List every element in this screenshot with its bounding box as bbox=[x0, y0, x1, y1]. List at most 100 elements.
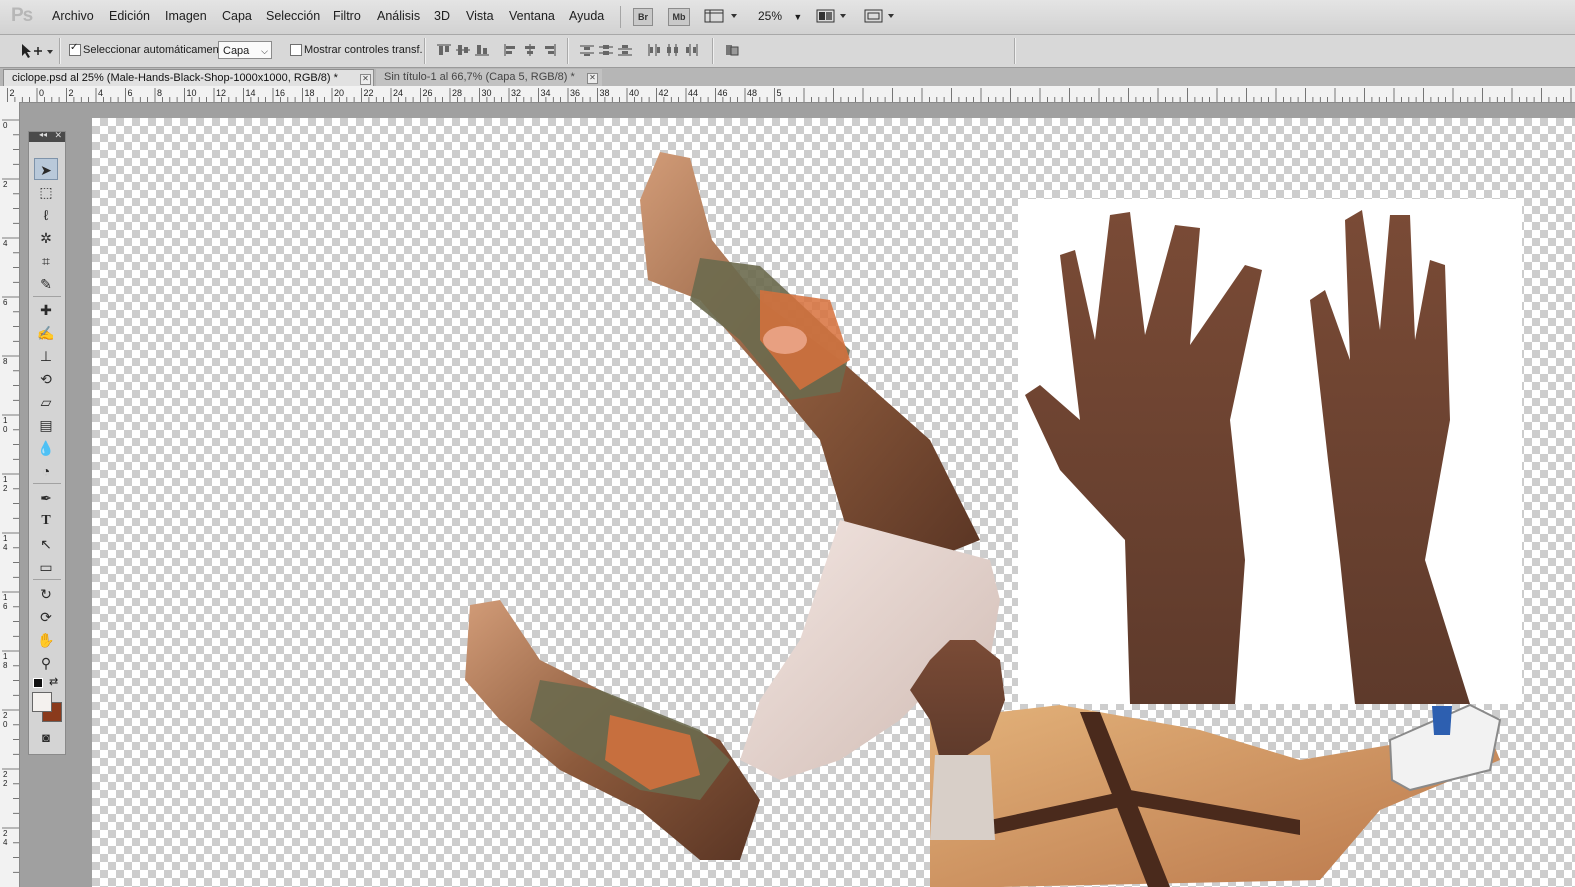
view-extras-button[interactable] bbox=[704, 9, 742, 26]
ruler-label: 48 bbox=[747, 88, 757, 98]
tools-panel-header[interactable]: ◂◂ ✕ bbox=[29, 130, 65, 142]
eyedropper-tool-icon[interactable]: ✎ bbox=[34, 273, 58, 295]
auto-select-checkbox[interactable] bbox=[69, 42, 81, 56]
menu-imagen[interactable]: Imagen bbox=[165, 9, 207, 23]
history-brush-tool-icon[interactable]: ⟲ bbox=[34, 368, 58, 390]
menu-edicion[interactable]: Edición bbox=[109, 9, 150, 23]
ruler-label: 8 bbox=[157, 88, 162, 98]
gradient-tool-icon[interactable]: ▤ bbox=[34, 414, 58, 436]
marquee-tool-icon[interactable]: ⬚ bbox=[34, 181, 58, 203]
ruler-label: 22 bbox=[364, 88, 374, 98]
path-selection-tool-icon[interactable]: ↖ bbox=[34, 533, 58, 555]
rectangle-tool-icon[interactable]: ▭ bbox=[34, 556, 58, 578]
menu-capa[interactable]: Capa bbox=[222, 9, 252, 23]
pen-tool-icon[interactable]: ✒ bbox=[34, 487, 58, 509]
align-vertical-center-icon[interactable] bbox=[455, 43, 471, 57]
ruler-label: 42 bbox=[659, 88, 669, 98]
ruler-label: 16 bbox=[275, 88, 285, 98]
quick-selection-tool-icon[interactable]: ✲ bbox=[34, 227, 58, 249]
horizontal-ruler[interactable]: 2 0 2 4 6 8 10 12 14 16 18 20 22 24 26 28 30 32 34 36 38 40 42… bbox=[0, 86, 1575, 103]
document-tab-sin-titulo[interactable]: Sin título-1 al 66,7% (Capa 5, RGB/8) * … bbox=[376, 69, 602, 86]
crop-tool-icon[interactable]: ⌗ bbox=[34, 250, 58, 272]
close-icon[interactable]: ✕ bbox=[54, 130, 62, 141]
tool-preset-picker[interactable] bbox=[20, 42, 56, 63]
ruler-label: 46 bbox=[718, 88, 728, 98]
hand-tool-icon[interactable]: ✋ bbox=[34, 629, 58, 651]
ruler-label: 10 bbox=[3, 416, 8, 434]
auto-select-target-dropdown[interactable]: Capa ⌵ bbox=[218, 41, 272, 59]
bridge-button[interactable]: Br bbox=[633, 8, 653, 26]
ruler-label: 14 bbox=[246, 88, 256, 98]
blur-tool-icon[interactable]: 💧 bbox=[34, 437, 58, 459]
menu-archivo[interactable]: Archivo bbox=[52, 9, 94, 23]
align-left-icon[interactable] bbox=[503, 43, 519, 57]
menu-vista[interactable]: Vista bbox=[466, 9, 494, 23]
show-transform-checkbox[interactable] bbox=[290, 44, 302, 56]
ruler-label: 26 bbox=[423, 88, 433, 98]
default-colors-icon[interactable] bbox=[33, 678, 43, 688]
ruler-label: 6 bbox=[3, 298, 8, 307]
menu-seleccion[interactable]: Selección bbox=[266, 9, 320, 23]
document-tab-label: Sin título-1 al 66,7% (Capa 5, RGB/8) * bbox=[384, 71, 575, 83]
ruler-label: 4 bbox=[3, 239, 8, 248]
ruler-label: 10 bbox=[187, 88, 197, 98]
3d-rotate-tool-icon[interactable]: ↻ bbox=[34, 583, 58, 605]
healing-brush-tool-icon[interactable]: ✚ bbox=[34, 299, 58, 321]
close-icon[interactable]: ✕ bbox=[360, 74, 371, 85]
collapse-icon[interactable]: ◂◂ bbox=[39, 130, 47, 139]
ruler-label: 30 bbox=[482, 88, 492, 98]
menu-divider bbox=[620, 6, 621, 28]
distribute-right-icon[interactable] bbox=[684, 43, 700, 57]
vertical-ruler[interactable]: 024681012141618202224 bbox=[0, 102, 20, 887]
document-tab-ciclope[interactable]: ciclope.psd al 25% (Male-Hands-Black-Sho… bbox=[3, 69, 374, 86]
close-icon[interactable]: ✕ bbox=[587, 73, 598, 84]
align-bottom-icon[interactable] bbox=[474, 43, 490, 57]
quick-mask-icon[interactable]: ◙ bbox=[34, 727, 58, 749]
ruler-label: 5 bbox=[777, 88, 782, 98]
auto-align-layers-icon[interactable] bbox=[724, 43, 740, 57]
align-right-icon[interactable] bbox=[541, 43, 557, 57]
swap-colors-icon[interactable]: ⇄ bbox=[49, 675, 58, 688]
menu-ayuda[interactable]: Ayuda bbox=[569, 9, 604, 23]
distribute-left-icon[interactable] bbox=[646, 43, 662, 57]
menu-filtro[interactable]: Filtro bbox=[333, 9, 361, 23]
brush-tool-icon[interactable]: ✍ bbox=[34, 322, 58, 344]
align-top-icon[interactable] bbox=[436, 43, 452, 57]
distribute-vertical-center-icon[interactable] bbox=[598, 43, 614, 57]
ruler-label: 36 bbox=[570, 88, 580, 98]
menu-3d[interactable]: 3D bbox=[434, 9, 450, 23]
zoom-tool-icon[interactable]: ⚲ bbox=[34, 652, 58, 674]
tools-divider bbox=[33, 483, 61, 484]
ruler-label: 24 bbox=[3, 829, 8, 847]
options-divider bbox=[1014, 38, 1016, 64]
ruler-label: 14 bbox=[3, 534, 8, 552]
tools-divider bbox=[33, 296, 61, 297]
lasso-tool-icon[interactable]: ℓ bbox=[34, 204, 58, 226]
dodge-tool-icon[interactable]: ◔ bbox=[34, 460, 58, 482]
ruler-label: 12 bbox=[216, 88, 226, 98]
minibridge-button[interactable]: Mb bbox=[668, 8, 690, 26]
document-canvas[interactable] bbox=[92, 118, 1575, 887]
ruler-label: 20 bbox=[334, 88, 344, 98]
menu-analisis[interactable]: Análisis bbox=[377, 9, 420, 23]
ruler-label: 32 bbox=[511, 88, 521, 98]
distribute-horizontal-center-icon[interactable] bbox=[665, 43, 681, 57]
clone-stamp-tool-icon[interactable]: ⊥ bbox=[34, 345, 58, 367]
align-horizontal-center-icon[interactable] bbox=[522, 43, 538, 57]
type-tool-icon[interactable]: T bbox=[34, 510, 58, 532]
move-tool-icon[interactable]: ➤ bbox=[34, 158, 58, 180]
chevron-down-icon: ▼ bbox=[793, 12, 803, 22]
3d-orbit-tool-icon[interactable]: ⟳ bbox=[34, 606, 58, 628]
zoom-level-dropdown[interactable]: 25% ▼ bbox=[758, 9, 802, 23]
upper-leg-layer bbox=[640, 152, 980, 560]
menu-ventana[interactable]: Ventana bbox=[509, 9, 555, 23]
screen-mode-button[interactable] bbox=[864, 9, 898, 26]
arrange-documents-button[interactable] bbox=[816, 9, 850, 26]
foreground-color-swatch[interactable] bbox=[32, 692, 52, 712]
ruler-label: 28 bbox=[452, 88, 462, 98]
options-divider bbox=[424, 38, 426, 64]
distribute-bottom-icon[interactable] bbox=[617, 43, 633, 57]
distribute-top-icon[interactable] bbox=[579, 43, 595, 57]
auto-select-label: Seleccionar automáticamente: bbox=[83, 44, 231, 56]
eraser-tool-icon[interactable]: ▱ bbox=[34, 391, 58, 413]
